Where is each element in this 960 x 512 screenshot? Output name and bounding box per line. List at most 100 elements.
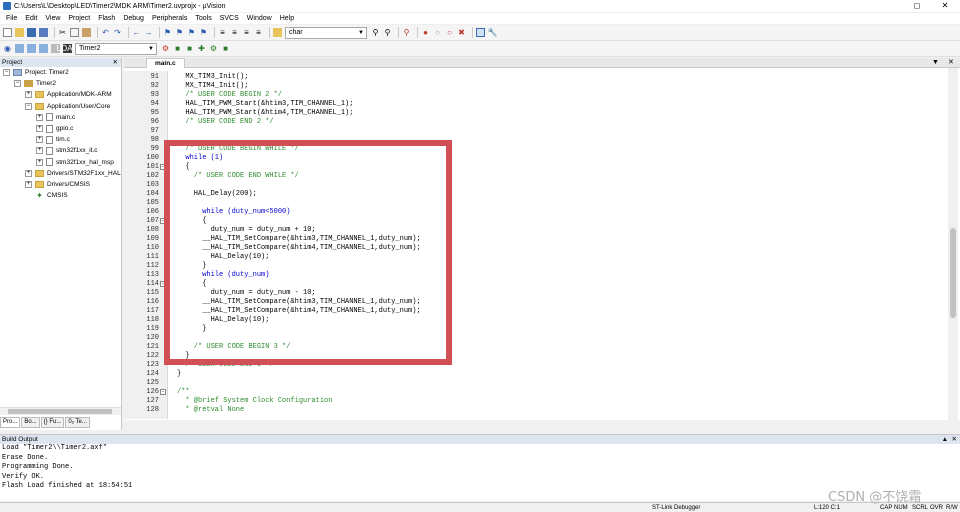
tab-functions[interactable]: {} Fu... xyxy=(40,417,65,428)
close-icon[interactable]: ✕ xyxy=(113,58,118,67)
target-combo[interactable]: Timer2 ▼ xyxy=(75,42,157,55)
disable-breakpoint-icon[interactable]: ○ xyxy=(445,28,454,37)
start-debug-icon[interactable]: ● xyxy=(421,28,430,37)
tree-item[interactable]: + stm32f1xx_hal_msp xyxy=(0,157,121,168)
menu-debug[interactable]: Debug xyxy=(119,13,148,24)
tree-item[interactable]: − Project: Timer2 xyxy=(0,67,121,78)
menu-tools[interactable]: Tools xyxy=(191,13,215,24)
indent-icon[interactable]: ≡ xyxy=(218,28,227,37)
fold-marker-icon[interactable]: − xyxy=(160,389,166,395)
tab-templates[interactable]: 0ₒ Te... xyxy=(65,417,90,428)
fold-marker-icon[interactable]: − xyxy=(160,218,166,224)
manage-runtime-icon[interactable]: ⚙ xyxy=(209,44,218,53)
manage-components-icon[interactable]: ■ xyxy=(185,44,194,53)
menu-flash[interactable]: Flash xyxy=(94,13,119,24)
nav-forward-icon[interactable]: → xyxy=(144,28,153,37)
tree-item[interactable]: + main.c xyxy=(0,112,121,123)
build-toolbar: ◉ LOAD Timer2 ▼ ⚙ ■ ■ ✚ ⚙ ■ xyxy=(0,41,960,57)
tab-project[interactable]: Pro... xyxy=(0,417,21,428)
tree-item[interactable]: − Application/User/Core xyxy=(0,101,121,112)
prev-bookmark-icon[interactable]: ⚑ xyxy=(175,28,184,37)
expand-icon[interactable]: + xyxy=(25,180,32,188)
expand-icon[interactable]: + xyxy=(25,91,32,99)
close-icon[interactable]: ✕ xyxy=(948,58,954,68)
close-icon[interactable]: ✕ xyxy=(934,0,956,12)
tab-list-icon[interactable]: ▼ xyxy=(932,58,939,68)
menu-edit[interactable]: Edit xyxy=(21,13,41,24)
breakpoint-icon[interactable]: ○ xyxy=(433,28,442,37)
chevron-down-icon[interactable]: ▼ xyxy=(358,28,364,38)
pack-installer-icon[interactable]: ■ xyxy=(221,44,230,53)
collapse-icon[interactable]: − xyxy=(25,102,32,110)
tree-item[interactable]: + stm32f1xx_it.c xyxy=(0,145,121,156)
menu-window[interactable]: Window xyxy=(243,13,276,24)
find-combo[interactable]: char ▼ xyxy=(285,26,367,39)
find-icon[interactable]: ⚲ xyxy=(371,28,380,37)
rebuild-icon[interactable] xyxy=(27,44,36,53)
build-icon[interactable] xyxy=(15,44,24,53)
save-icon[interactable] xyxy=(27,28,36,37)
translate-icon[interactable]: ◉ xyxy=(3,44,12,53)
zoom-icon[interactable]: ⚲ xyxy=(402,28,411,37)
menu-view[interactable]: View xyxy=(41,13,64,24)
bookmark-icon[interactable]: ⚑ xyxy=(163,28,172,37)
clear-bookmarks-icon[interactable]: ⚑ xyxy=(199,28,208,37)
project-hscrollbar[interactable] xyxy=(0,407,121,415)
collapse-icon[interactable]: − xyxy=(14,80,21,88)
new-file-icon[interactable] xyxy=(3,28,12,37)
menu-help[interactable]: Help xyxy=(276,13,298,24)
scrollbar-thumb[interactable] xyxy=(950,228,956,318)
tree-item[interactable]: + Drivers/CMSIS xyxy=(0,179,121,190)
find-in-files-icon[interactable] xyxy=(273,28,282,37)
tree-item-label: Project: Timer2 xyxy=(25,69,69,77)
collapse-icon[interactable]: − xyxy=(3,69,10,77)
file-extensions-icon[interactable]: ■ xyxy=(173,44,182,53)
tree-item[interactable]: ✦ CMSIS xyxy=(0,190,121,201)
copy-icon[interactable] xyxy=(70,28,79,37)
scrollbar-thumb[interactable] xyxy=(8,409,112,414)
tree-item[interactable]: + gpio.c xyxy=(0,123,121,134)
tab-books[interactable]: Bo... xyxy=(21,417,40,428)
menu-project[interactable]: Project xyxy=(64,13,94,24)
expand-icon[interactable]: + xyxy=(36,158,43,166)
expand-icon[interactable]: + xyxy=(36,125,43,133)
fold-marker-icon[interactable]: − xyxy=(160,164,166,170)
fold-marker-icon[interactable]: − xyxy=(160,281,166,287)
configure-icon[interactable]: 🔧 xyxy=(488,28,498,37)
open-folder-icon[interactable] xyxy=(15,28,24,37)
download-icon[interactable]: LOAD xyxy=(57,44,78,53)
expand-icon[interactable]: + xyxy=(25,169,32,177)
tree-item[interactable]: + Drivers/STM32F1xx_HAL xyxy=(0,168,121,179)
kill-breakpoints-icon[interactable]: ✖ xyxy=(457,28,466,37)
tree-item[interactable]: + tim.c xyxy=(0,134,121,145)
next-bookmark-icon[interactable]: ⚑ xyxy=(187,28,196,37)
undo-icon[interactable]: ↶ xyxy=(101,28,110,37)
tree-item[interactable]: + Application/MDK-ARM xyxy=(0,89,121,100)
select-packs-icon[interactable]: ✚ xyxy=(197,44,206,53)
cut-icon[interactable]: ✂ xyxy=(58,28,67,37)
redo-icon[interactable]: ↷ xyxy=(113,28,122,37)
unindent-icon[interactable]: ≡ xyxy=(230,28,239,37)
tab-main-c[interactable]: main.c xyxy=(146,58,185,68)
target-options-icon[interactable]: ⚙ xyxy=(161,44,170,53)
batch-build-icon[interactable] xyxy=(39,44,48,53)
incremental-find-icon[interactable]: ⚲ xyxy=(383,28,392,37)
expand-icon[interactable]: + xyxy=(36,136,43,144)
pin-icon[interactable]: ▲ xyxy=(942,435,948,444)
menu-peripherals[interactable]: Peripherals xyxy=(148,13,191,24)
comment-icon[interactable]: ≡ xyxy=(242,28,251,37)
window-layout-icon[interactable] xyxy=(476,28,485,37)
uncomment-icon[interactable]: ≡ xyxy=(254,28,263,37)
chevron-down-icon[interactable]: ▼ xyxy=(148,44,154,54)
tree-item[interactable]: − Timer2 xyxy=(0,78,121,89)
expand-icon[interactable]: + xyxy=(36,147,43,155)
minimize-icon[interactable]: ◻ xyxy=(906,0,928,12)
menu-svcs[interactable]: SVCS xyxy=(216,13,243,24)
menu-file[interactable]: File xyxy=(2,13,21,24)
editor-vscrollbar[interactable] xyxy=(948,68,958,420)
paste-icon[interactable] xyxy=(82,28,91,37)
save-all-icon[interactable] xyxy=(39,28,48,37)
nav-back-icon[interactable]: ← xyxy=(132,28,141,37)
close-icon[interactable]: ✕ xyxy=(952,435,957,444)
expand-icon[interactable]: + xyxy=(36,113,43,121)
